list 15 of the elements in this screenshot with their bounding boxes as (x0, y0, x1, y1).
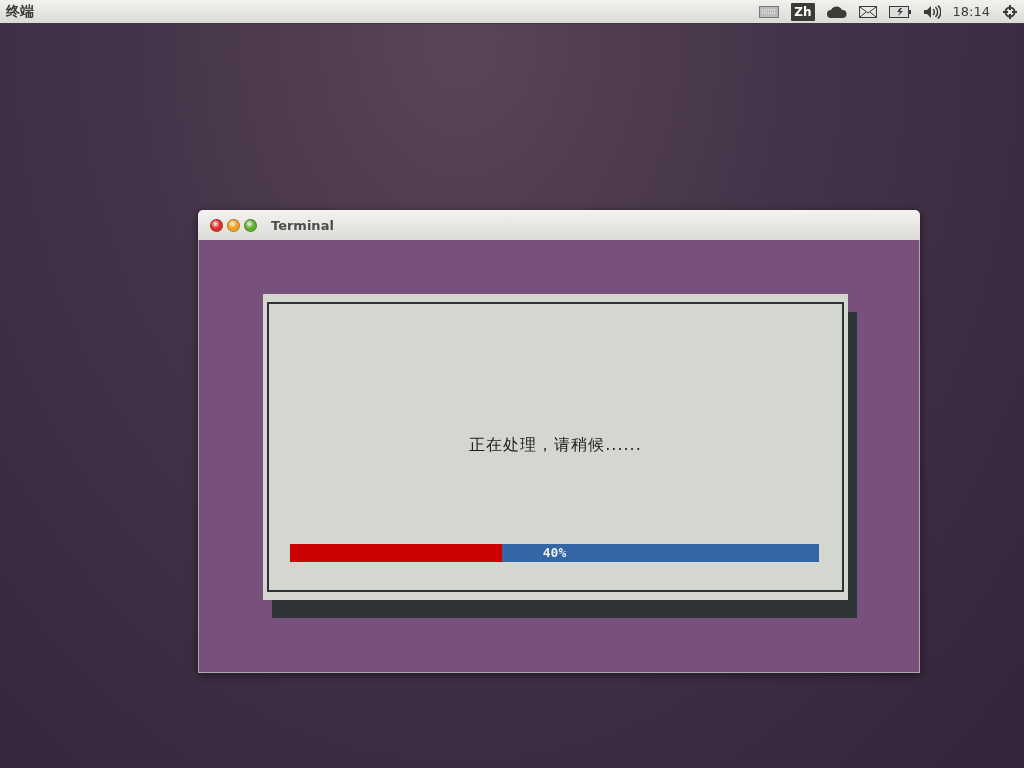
app-title: 终端 (6, 2, 34, 21)
input-method-indicator[interactable]: Zh (791, 2, 815, 21)
volume-icon[interactable] (922, 4, 941, 19)
cloud-icon[interactable] (826, 5, 847, 18)
battery-icon[interactable] (888, 5, 911, 18)
envelope-icon[interactable] (858, 5, 877, 18)
keyboard-icon[interactable] (759, 5, 780, 18)
window-title: Terminal (271, 217, 334, 233)
power-icon[interactable] (1002, 3, 1018, 20)
progress-percent: 40% (542, 544, 567, 562)
minimize-button[interactable] (227, 218, 240, 232)
status-message: 正在处理，请稍候...... (469, 435, 642, 456)
close-button[interactable] (210, 218, 223, 232)
clock[interactable]: 18:14 (952, 4, 990, 19)
maximize-button[interactable] (244, 218, 257, 232)
